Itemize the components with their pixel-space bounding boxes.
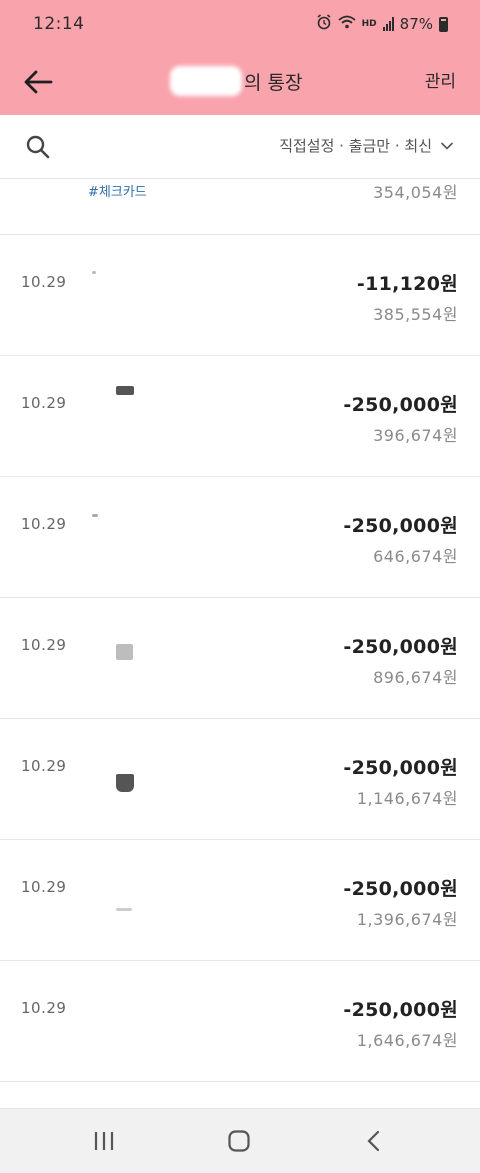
transaction-date: 10.29 (21, 757, 67, 775)
transaction-balance: 1,646,674원 (356, 1031, 458, 1050)
transaction-row[interactable]: 10.29 -11,120원 385,554원 (0, 235, 480, 356)
status-icons: HD 87% (316, 14, 448, 34)
transaction-date: 10.29 (21, 515, 67, 533)
home-icon (228, 1130, 250, 1152)
transaction-date: 10.29 (21, 394, 67, 412)
transaction-amount: -250,000원 (343, 878, 458, 900)
redacted-description (116, 908, 132, 911)
redacted-description (116, 386, 134, 395)
battery-icon (439, 16, 448, 32)
transaction-date: 10.29 (21, 273, 67, 291)
transaction-row[interactable]: 10.29 -250,000원 396,674원 (0, 356, 480, 477)
app-bar: 의 통장 관리 (0, 50, 480, 115)
home-button[interactable] (219, 1125, 259, 1157)
transaction-balance: 396,674원 (373, 426, 458, 445)
transaction-row[interactable]: 10.29 -250,000원 646,674원 (0, 477, 480, 598)
signal-icon (382, 17, 394, 31)
transaction-row[interactable]: 10.29 -250,000원 896,674원 (0, 598, 480, 719)
transaction-row[interactable]: 10.29 -250,000원 1,646,674원 (0, 961, 480, 1082)
transaction-balance: 385,554원 (373, 305, 458, 324)
status-bar: 12:14 HD 87% (0, 0, 480, 50)
transaction-amount: -250,000원 (343, 757, 458, 779)
list-item[interactable]: #체크카드 354,054원 (0, 179, 480, 235)
transaction-amount: -250,000원 (343, 999, 458, 1021)
alarm-icon (316, 14, 332, 34)
transaction-amount: -250,000원 (343, 636, 458, 658)
system-nav-bar (0, 1108, 480, 1173)
transaction-balance: 1,396,674원 (356, 910, 458, 929)
transaction-row[interactable]: 10.29 -250,000원 1,396,674원 (0, 840, 480, 961)
manage-button[interactable]: 관리 (425, 67, 456, 92)
search-icon (26, 135, 50, 159)
redacted-description (92, 514, 98, 517)
transaction-balance: 646,674원 (373, 547, 458, 566)
recent-apps-icon (94, 1132, 114, 1150)
account-owner-redacted (170, 66, 242, 96)
page-title: 의 통장 (170, 64, 302, 98)
wifi-icon (338, 15, 356, 33)
transaction-date: 10.29 (21, 636, 67, 654)
page-title-text: 의 통장 (244, 71, 303, 94)
redacted-description (92, 271, 96, 274)
transaction-amount: -250,000원 (343, 394, 458, 416)
search-button[interactable] (24, 133, 52, 161)
transaction-balance: 354,054원 (373, 183, 458, 202)
filter-bar: 직접설정 · 출금만 · 최신 (0, 115, 480, 179)
transaction-balance: 1,146,674원 (356, 789, 458, 808)
transaction-amount: -11,120원 (356, 273, 458, 295)
transaction-tag: #체크카드 (88, 185, 147, 200)
chevron-down-icon (440, 141, 454, 150)
arrow-left-icon (24, 70, 53, 94)
back-chevron-icon (367, 1130, 380, 1152)
transaction-amount: -250,000원 (343, 515, 458, 537)
transaction-date: 10.29 (21, 878, 67, 896)
filter-label: 직접설정 · 출금만 · 최신 (279, 137, 432, 155)
system-back-button[interactable] (354, 1125, 394, 1157)
redacted-description (116, 644, 133, 660)
transaction-balance: 896,674원 (373, 668, 458, 687)
back-button[interactable] (18, 62, 58, 102)
battery-percent: 87% (399, 15, 433, 33)
redacted-description (116, 774, 134, 792)
filter-dropdown[interactable]: 직접설정 · 출금만 · 최신 (279, 135, 454, 156)
recent-apps-button[interactable] (84, 1125, 124, 1157)
hd-voice-icon: HD (361, 18, 377, 29)
transaction-date: 10.29 (21, 999, 67, 1017)
status-time: 12:14 (33, 14, 85, 34)
transaction-row[interactable]: 10.29 -250,000원 1,146,674원 (0, 719, 480, 840)
